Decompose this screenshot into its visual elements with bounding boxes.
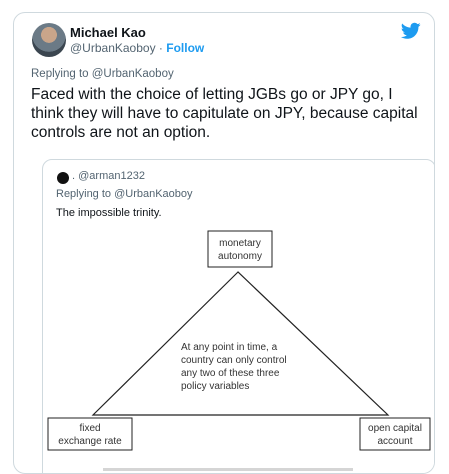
tweet-card[interactable]: Michael Kao @UrbanKaoboy · Follow Replyi… [13,12,435,474]
quoted-reply-to-text[interactable]: Replying to @UrbanKaoboy [56,188,193,200]
top-box-line-1: monetary [219,238,261,249]
center-text-line-1: At any point in time, a [181,342,278,353]
top-box-line-2: autonomy [218,251,262,262]
twitter-bird-icon[interactable] [401,22,421,40]
left-box-line-2: exchange rate [58,436,122,447]
author-name[interactable]: Michael Kao [70,25,146,40]
black-circle-avatar[interactable] [57,172,69,184]
author-avatar[interactable] [32,23,66,57]
follow-button[interactable]: Follow [166,41,204,55]
author-handle[interactable]: @UrbanKaoboy [70,41,156,55]
quoted-tweet[interactable]: . @arman1232 Replying to @UrbanKaoboy Th… [42,159,434,473]
quoted-handle-row: . @arman1232 [72,170,145,182]
left-box-line-1: fixed [79,423,100,434]
tweet-text: Faced with the choice of letting JGBs go… [31,86,418,141]
right-box-line-2: account [377,436,412,447]
handle-separator: · [155,41,167,55]
author-handle-row: @UrbanKaoboy · Follow [70,41,204,55]
center-text-line-3: any two of these three [181,368,280,379]
quoted-handle[interactable]: @arman1232 [78,170,145,182]
center-text-line-2: country can only control [181,355,287,366]
quoted-text: The impossible trinity. [56,207,162,219]
cropped-caption-fragment [103,468,353,471]
center-text-line-4: policy variables [181,381,249,392]
impossible-trinity-diagram: monetary autonomy fixed exchange rate op… [47,230,431,471]
reply-to-text[interactable]: Replying to @UrbanKaoboy [31,68,174,80]
right-box-line-1: open capital [368,423,422,434]
